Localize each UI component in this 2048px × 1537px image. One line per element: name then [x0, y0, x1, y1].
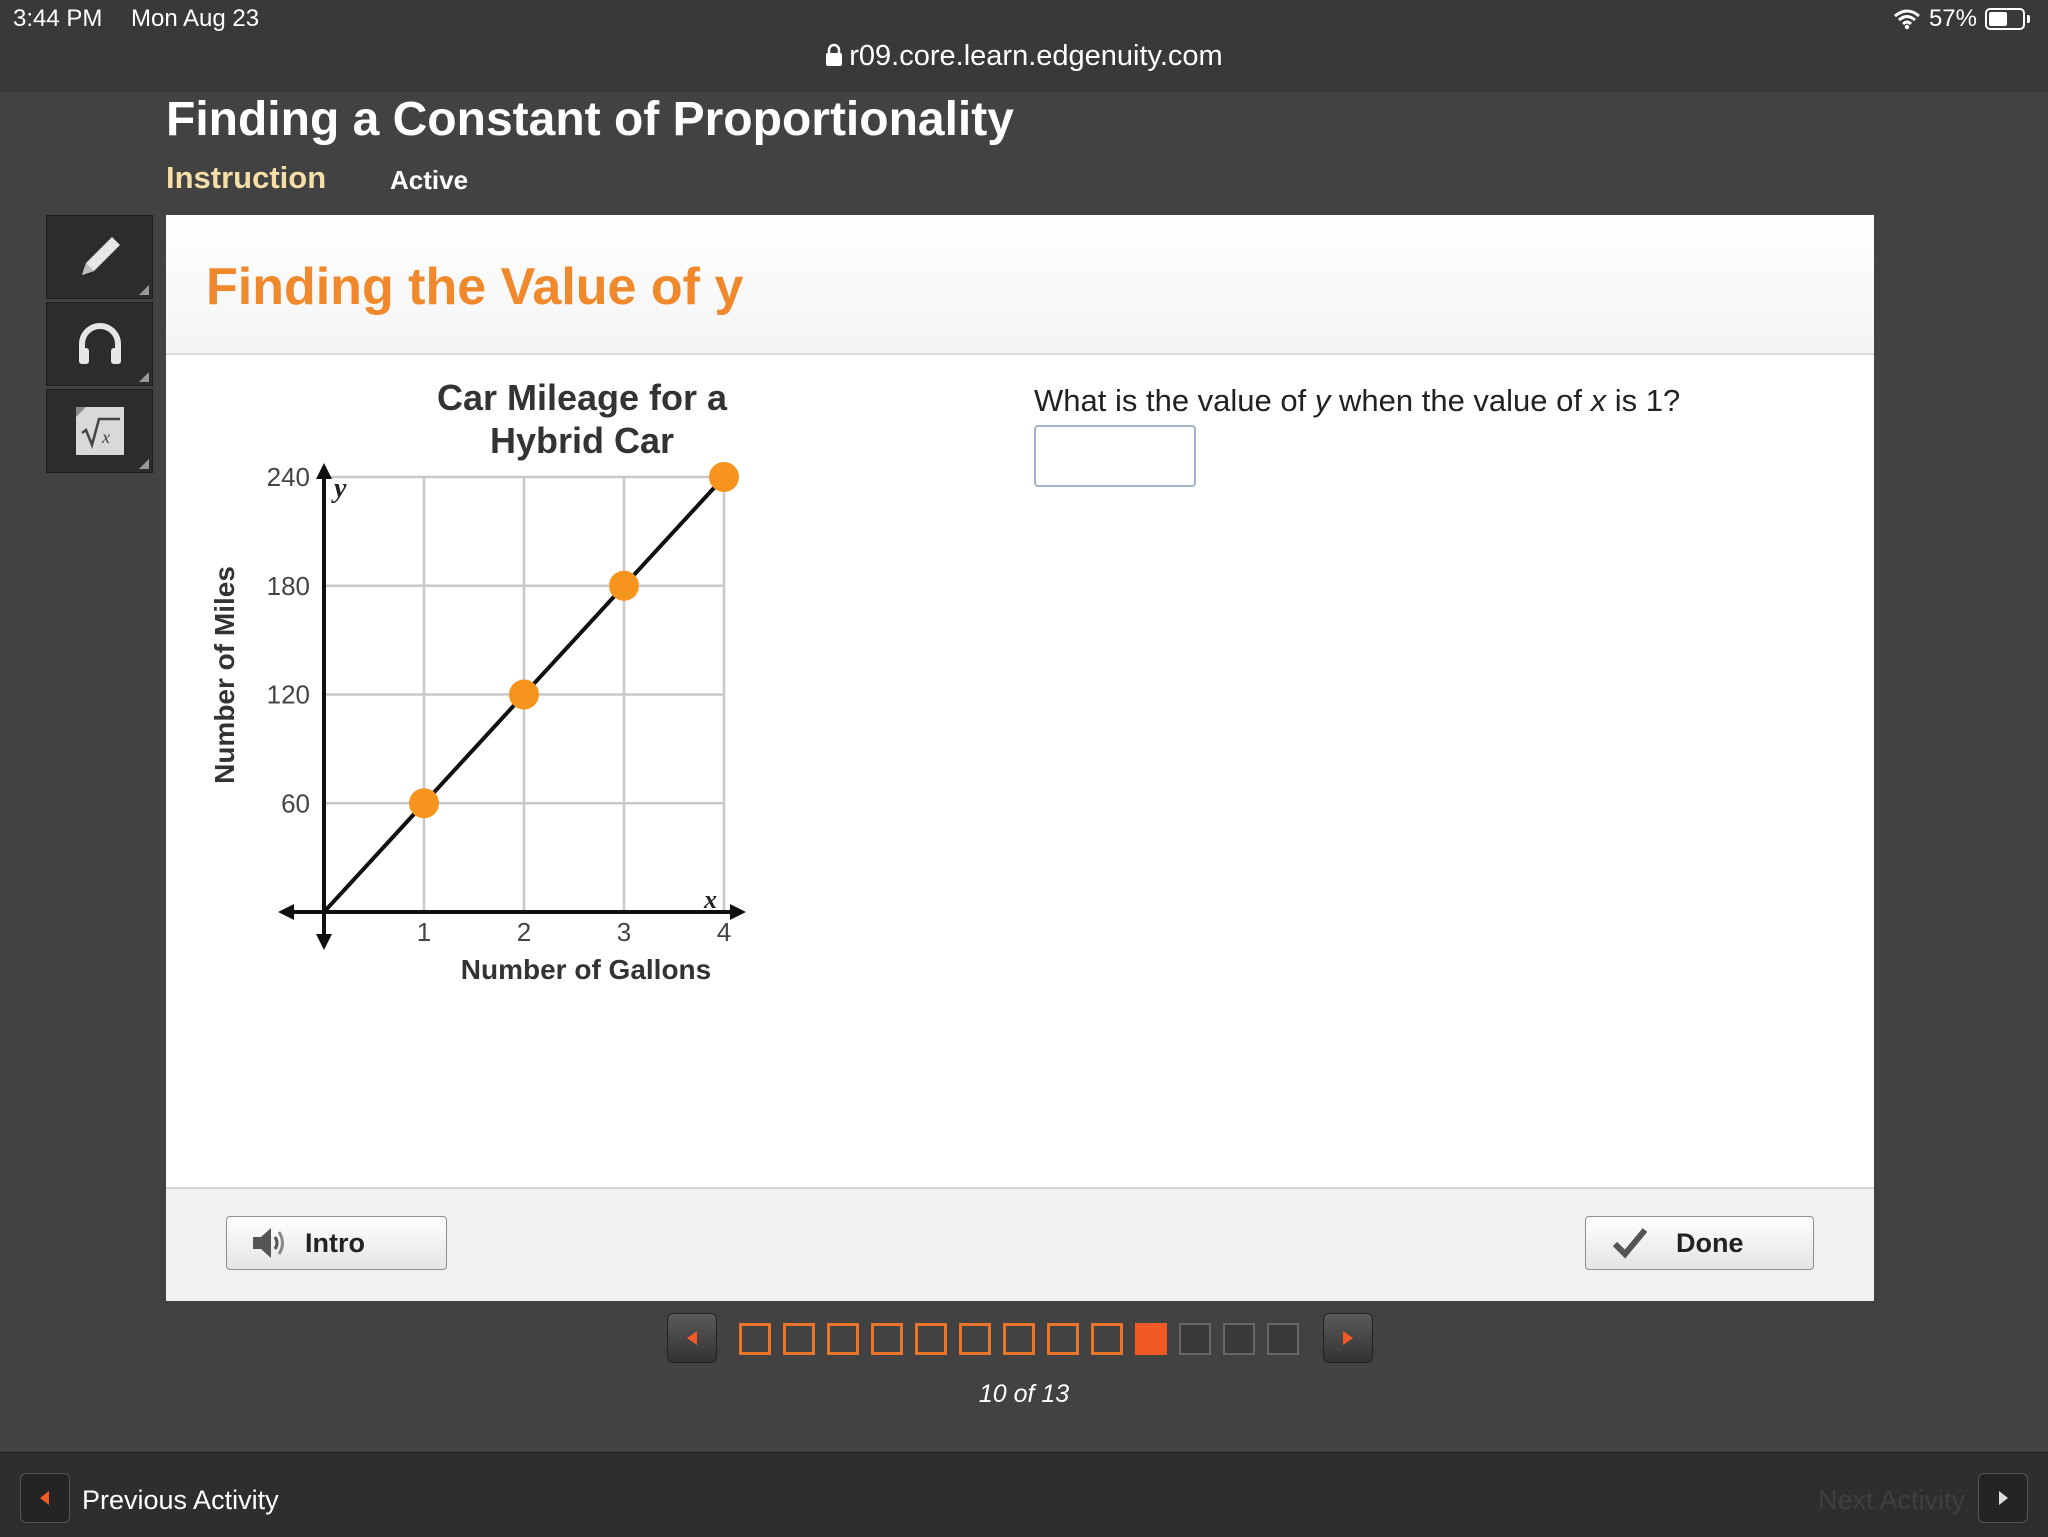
done-button[interactable]: Done: [1585, 1216, 1814, 1270]
status-indicators: 57%: [1893, 5, 2030, 33]
chart-title-line2: Hybrid Car: [490, 420, 674, 461]
page-indicator[interactable]: [959, 1323, 991, 1355]
page-indicator[interactable]: [1091, 1323, 1123, 1355]
pagination: [0, 1313, 2048, 1367]
x-tick-label: 2: [517, 917, 531, 947]
arrow-right-icon: [1999, 1491, 2008, 1505]
arrow-left-icon: [40, 1491, 49, 1505]
audio-tool-button[interactable]: [46, 302, 153, 386]
headphones-icon: [78, 323, 121, 364]
page-indicator[interactable]: [1179, 1323, 1211, 1355]
data-point: [509, 679, 539, 710]
url-text: r09.core.learn.edgenuity.com: [849, 40, 1223, 72]
checkmark-icon: [1612, 1228, 1648, 1259]
answer-input[interactable]: [1034, 425, 1196, 487]
y-tick-label: 240: [267, 462, 310, 492]
address-bar[interactable]: r09.core.learn.edgenuity.com: [0, 40, 2048, 73]
status-date: Mon Aug 23: [131, 5, 260, 32]
chart-series: [322, 462, 739, 914]
chart-title-line1: Car Mileage for a: [437, 377, 728, 418]
page-indicator[interactable]: [1135, 1323, 1167, 1355]
previous-activity-label[interactable]: Previous Activity: [82, 1485, 279, 1516]
y-tick-label: 180: [267, 571, 310, 601]
page-indicator[interactable]: [871, 1323, 903, 1355]
previous-activity-button[interactable]: [20, 1473, 70, 1523]
bottom-bar: Previous Activity Next Activity: [0, 1452, 2048, 1537]
done-label: Done: [1676, 1227, 1744, 1258]
next-activity-button: [1978, 1473, 2028, 1523]
battery-percent: 57%: [1928, 5, 1977, 32]
data-point: [709, 462, 739, 492]
x-tick-label: 1: [417, 917, 431, 947]
page-indicator[interactable]: [827, 1323, 859, 1355]
pencil-icon: [81, 237, 120, 275]
tab-instruction[interactable]: Instruction: [166, 160, 326, 196]
x-axis-label: Number of Gallons: [461, 954, 711, 985]
calculator-icon: x: [75, 407, 124, 455]
x-axis-variable: x: [703, 885, 717, 914]
data-point: [609, 570, 639, 601]
next-activity-label: Next Activity: [1818, 1485, 1966, 1515]
previous-page-button[interactable]: [667, 1313, 717, 1363]
lock-icon: [826, 43, 843, 66]
lesson-title: Finding a Constant of Proportionality: [166, 93, 1014, 146]
status-time: 3:44 PM: [13, 5, 103, 32]
page-indicator[interactable]: [1267, 1323, 1299, 1355]
question-text: What is the value of y when the value of…: [1034, 383, 1681, 418]
y-axis-arrow-up: [316, 463, 332, 479]
arrow-left-icon: [687, 1331, 697, 1345]
battery-icon: [1985, 8, 2025, 30]
page-indicator[interactable]: [1003, 1323, 1035, 1355]
svg-text:x: x: [101, 427, 110, 447]
page-indicator[interactable]: [1223, 1323, 1255, 1355]
x-axis-arrow-left: [278, 904, 294, 920]
x-tick-label: 3: [617, 917, 631, 947]
tab-active-status: Active: [390, 165, 469, 195]
page-counter: 10 of 13: [978, 1380, 1070, 1408]
arrow-right-icon: [1343, 1331, 1353, 1345]
page-indicator[interactable]: [1047, 1323, 1079, 1355]
y-axis-label: Number of Miles: [209, 566, 240, 784]
battery-tip: [2027, 15, 2030, 23]
chart-tick-labels: 1 2 3 4 60 120 180 240 x y: [267, 462, 732, 947]
next-page-button[interactable]: [1323, 1313, 1373, 1363]
intro-button[interactable]: Intro: [226, 1216, 447, 1270]
y-tick-label: 120: [267, 680, 310, 710]
content-panel: Finding the Value of y Car Mileage for a…: [166, 215, 1874, 1301]
calculator-tool-button[interactable]: x: [46, 389, 153, 473]
page-indicator[interactable]: [915, 1323, 947, 1355]
panel-footer: Intro Done: [166, 1187, 1874, 1301]
speaker-icon: [253, 1228, 284, 1258]
y-axis-variable: y: [331, 473, 347, 504]
page-indicator[interactable]: [739, 1323, 771, 1355]
panel-title: Finding the Value of y: [206, 258, 744, 316]
y-tick-label: 60: [281, 788, 310, 818]
page-indicator[interactable]: [783, 1323, 815, 1355]
wifi-icon: [1893, 9, 1920, 30]
pencil-tool-button[interactable]: [46, 215, 153, 299]
intro-label: Intro: [305, 1227, 365, 1258]
mileage-chart: Car Mileage for a Hybrid Car 1 2 3 4 60 120 18…: [209, 377, 746, 985]
data-point: [409, 788, 439, 819]
y-axis-arrow-down: [316, 934, 332, 950]
x-tick-label: 4: [717, 917, 731, 947]
x-axis-arrow-right: [730, 904, 746, 920]
